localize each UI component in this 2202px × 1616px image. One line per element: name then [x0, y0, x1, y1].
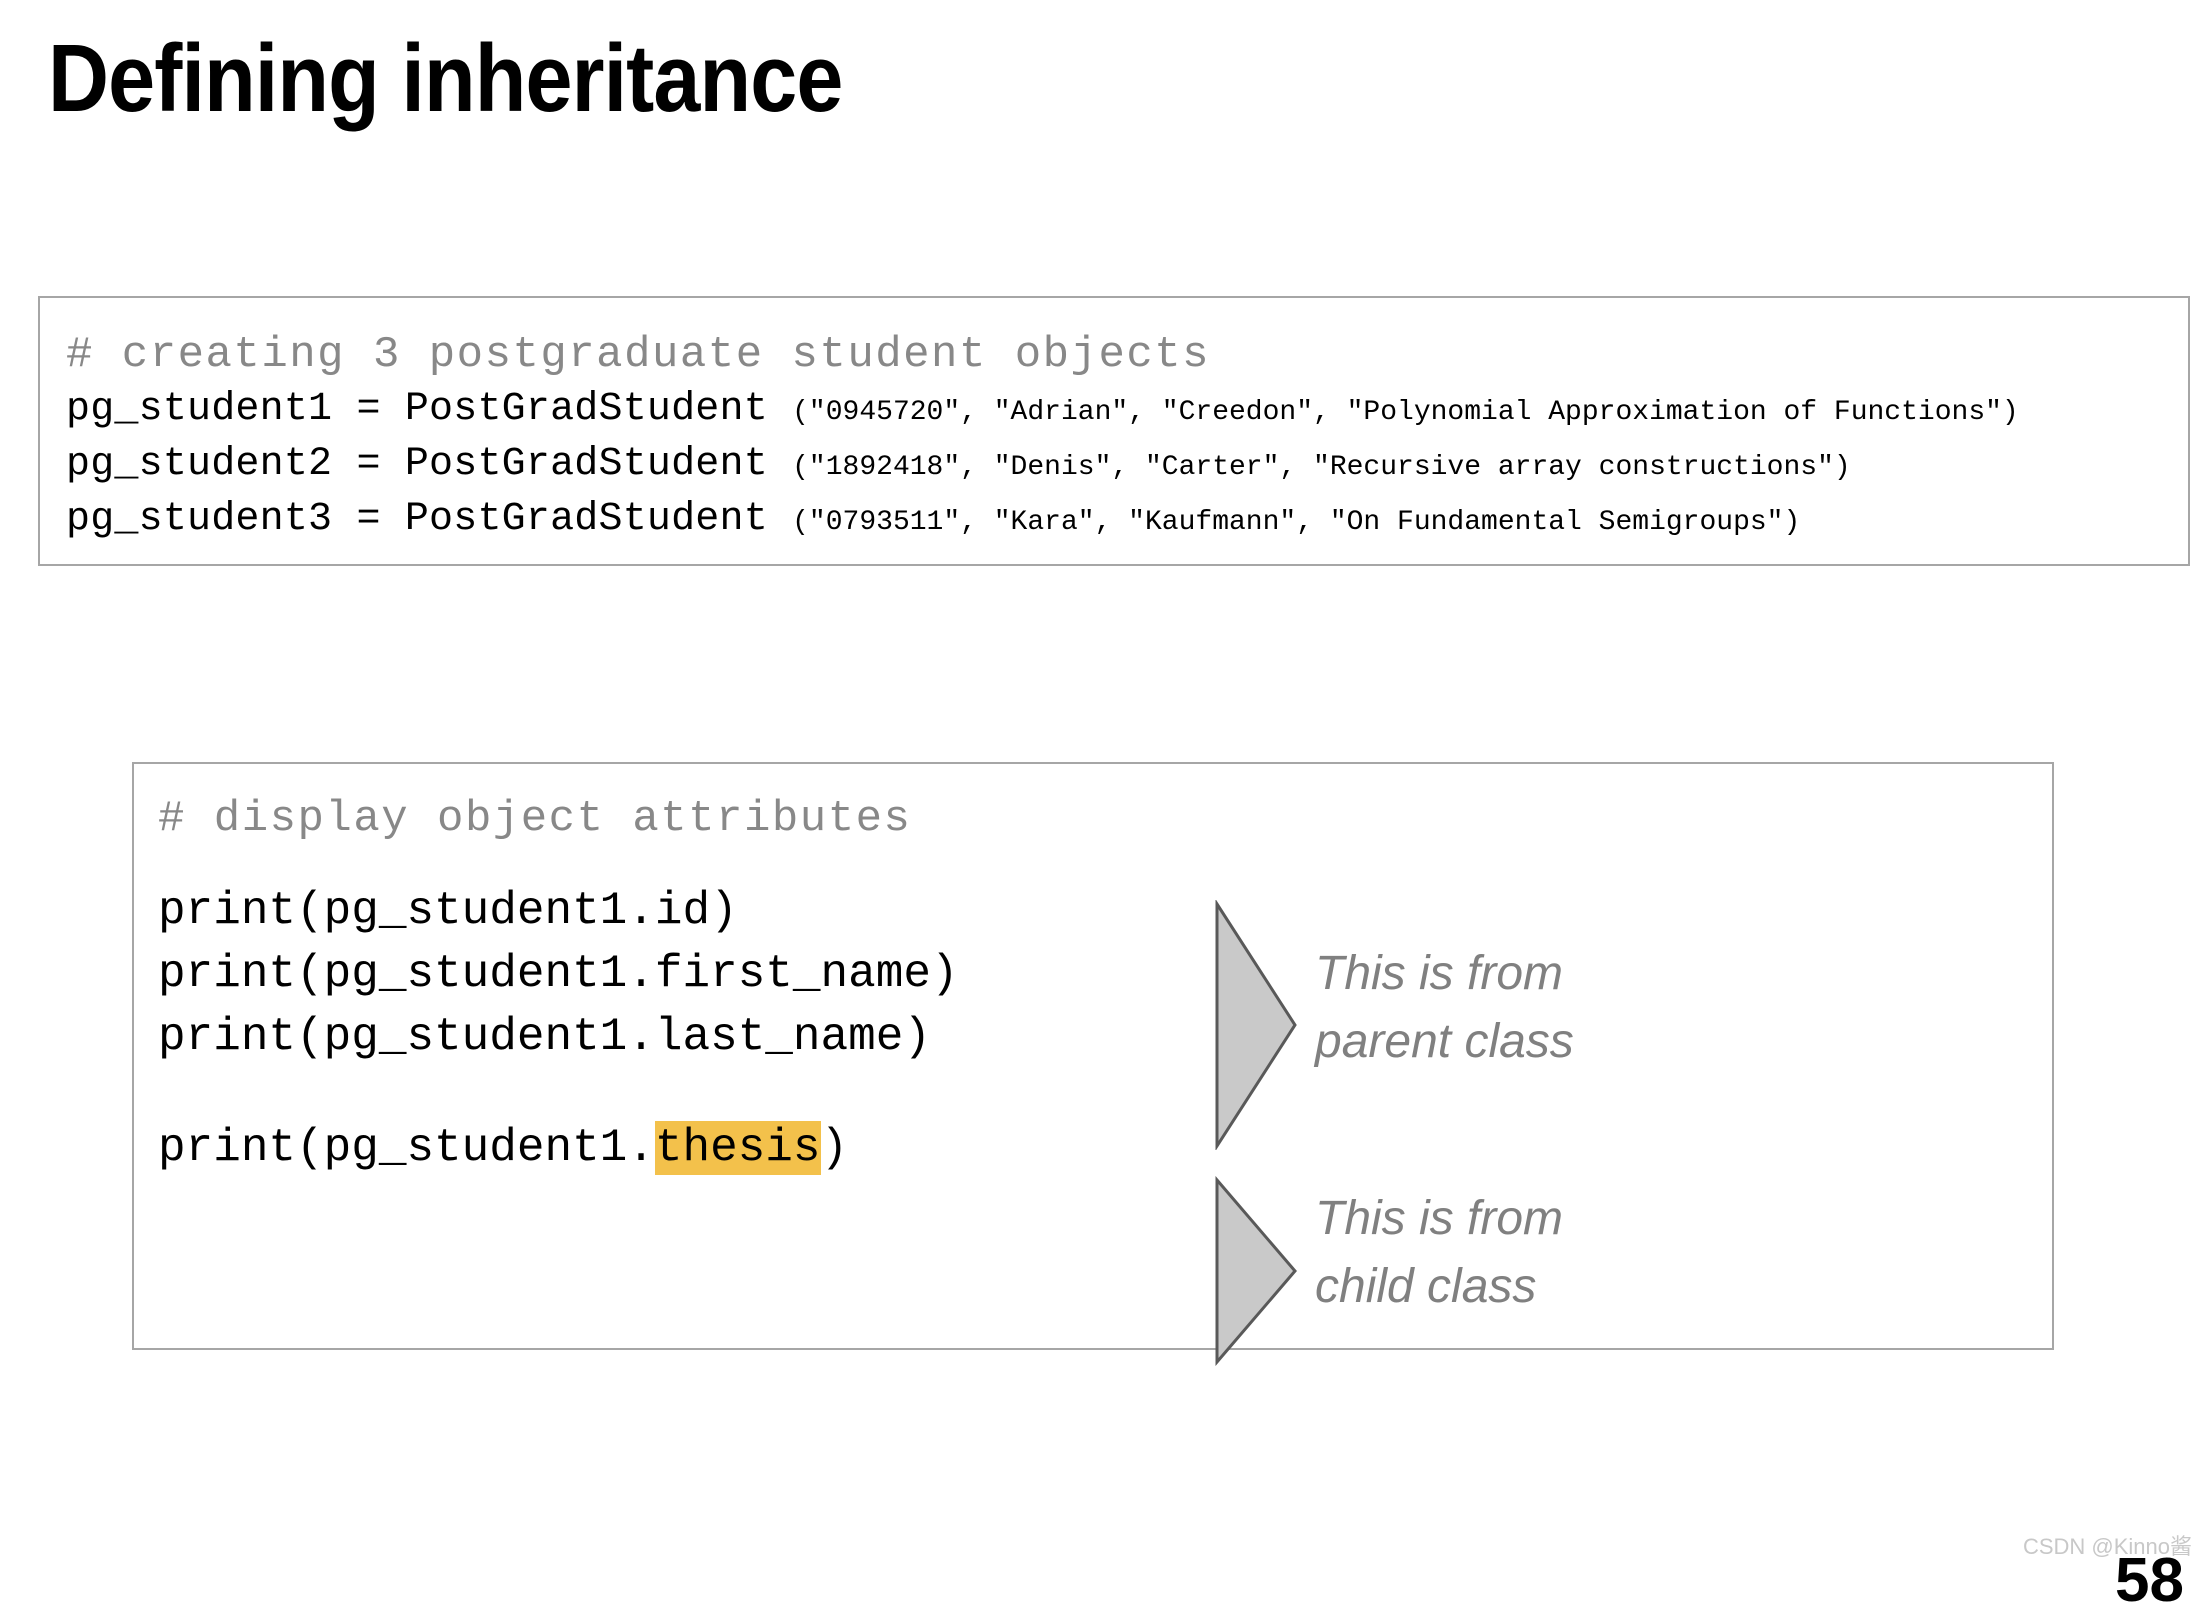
code-line-print-thesis: print(pg_student1.thesis)	[158, 1117, 2052, 1180]
page-number: 58	[2115, 1546, 2184, 1615]
code-comment-creating-objects: # creating 3 postgraduate student object…	[66, 330, 1211, 380]
code-assignment-2: pg_student2 = PostGradStudent	[66, 442, 793, 487]
annotation-child-class: This is from child class	[1315, 1192, 1564, 1313]
code-block-display-attributes: # display object attributes print(pg_stu…	[132, 762, 2054, 1350]
code-print-thesis-prefix: print(pg_student1.	[158, 1122, 655, 1174]
arrow-right-icon-parent	[1215, 900, 1297, 1150]
code-line-pg-student1: pg_student1 = PostGradStudent ("0945720"…	[66, 384, 2188, 439]
page-title: Defining inheritance	[48, 25, 843, 132]
code-args-3: ("0793511", "Kara", "Kaufmann", "On Fund…	[792, 507, 1801, 538]
arrow-right-icon-child	[1215, 1176, 1297, 1366]
code-spacer	[158, 848, 2052, 880]
code-highlight-thesis: thesis	[654, 1121, 821, 1175]
code-line-print-first-name: print(pg_student1.first_name)	[158, 948, 959, 1000]
code-comment-display-attributes: # display object attributes	[158, 794, 912, 844]
code-args-1: ("0945720", "Adrian", "Creedon", "Polyno…	[792, 397, 2019, 428]
code-line-pg-student2: pg_student2 = PostGradStudent ("1892418"…	[66, 439, 2188, 494]
arrow-right-shape	[1215, 900, 1297, 1150]
code-assignment-1: pg_student1 = PostGradStudent	[66, 387, 793, 432]
code-block-create-objects: # creating 3 postgraduate student object…	[38, 296, 2190, 566]
code-assignment-3: pg_student3 = PostGradStudent	[66, 497, 793, 542]
code-line-print-id: print(pg_student1.id)	[158, 885, 738, 937]
code-args-2: ("1892418", "Denis", "Carter", "Recursiv…	[792, 452, 1851, 483]
annotation-parent-class: This is from parent class	[1315, 947, 1574, 1068]
arrow-right-shape	[1215, 1176, 1297, 1366]
code-line-pg-student3: pg_student3 = PostGradStudent ("0793511"…	[66, 494, 2188, 549]
code-line-print-last-name: print(pg_student1.last_name)	[158, 1011, 931, 1063]
code-print-thesis-suffix: )	[820, 1122, 849, 1174]
